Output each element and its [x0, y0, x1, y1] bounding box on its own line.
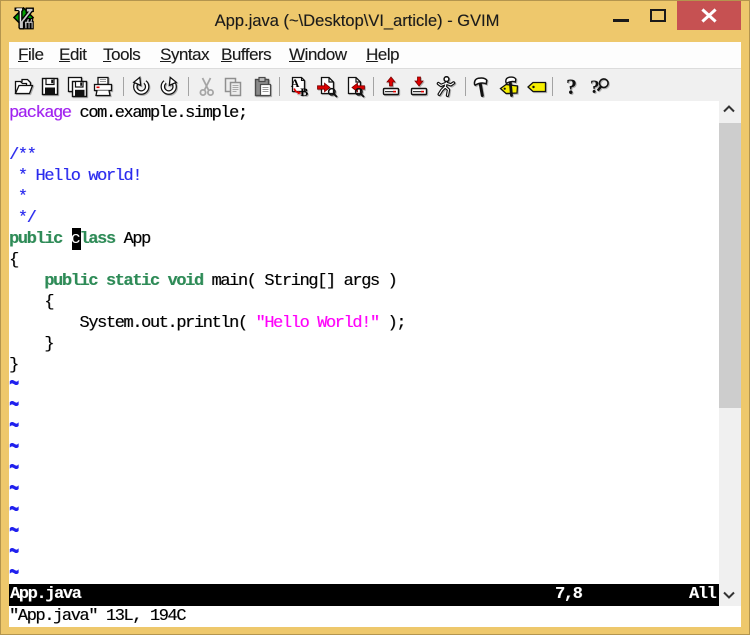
svg-text:?: ? — [590, 77, 600, 98]
svg-text:?: ? — [566, 76, 577, 98]
svg-text:A: A — [291, 76, 300, 90]
svg-text:B: B — [300, 85, 308, 98]
